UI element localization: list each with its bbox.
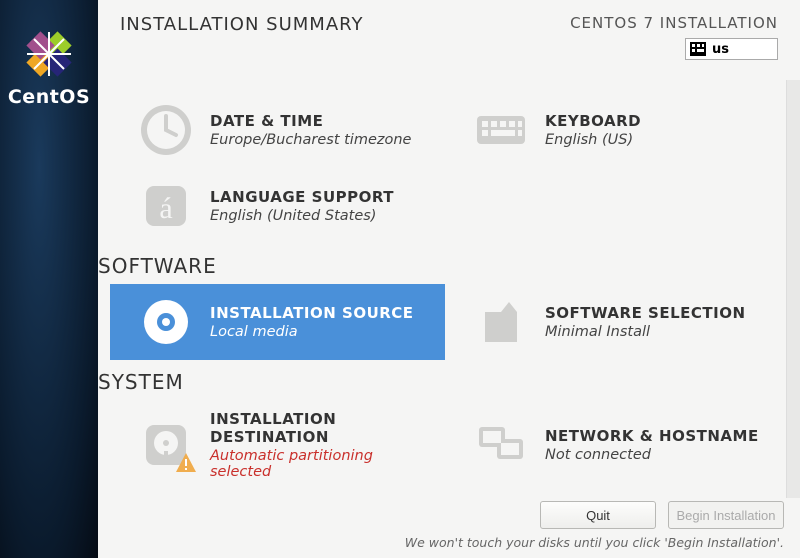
package-icon [473, 294, 529, 350]
spoke-title: KEYBOARD [545, 112, 641, 130]
spoke-title: INSTALLATION SOURCE [210, 304, 414, 322]
centos-logo-icon [25, 30, 73, 78]
clock-icon [138, 102, 194, 158]
keyboard-large-icon [473, 102, 529, 158]
spoke-software-selection[interactable]: SOFTWARE SELECTION Minimal Install [445, 284, 780, 360]
sidebar: CentOS [0, 0, 98, 558]
spoke-title: NETWORK & HOSTNAME [545, 427, 759, 445]
footer-note: We won't touch your disks until you clic… [405, 535, 784, 550]
spoke-status: English (US) [545, 132, 641, 148]
scrollbar[interactable] [786, 80, 800, 498]
spoke-status: Europe/Bucharest timezone [210, 132, 411, 148]
section-label-software: SOFTWARE [98, 244, 780, 284]
svg-text:á: á [159, 192, 172, 225]
content-area: DATE & TIME Europe/Bucharest timezone KE… [98, 60, 800, 558]
section-label-system: SYSTEM [98, 360, 780, 400]
spoke-status: Local media [210, 324, 414, 340]
main-panel: INSTALLATION SUMMARY CENTOS 7 INSTALLATI… [98, 0, 800, 558]
keyboard-icon [690, 42, 706, 56]
spoke-language-support[interactable]: á LANGUAGE SUPPORT English (United State… [110, 168, 445, 244]
spoke-status: Not connected [545, 447, 759, 463]
spoke-title: LANGUAGE SUPPORT [210, 188, 394, 206]
spoke-installation-destination[interactable]: INSTALLATION DESTINATION Automatic parti… [110, 400, 445, 490]
network-icon [473, 417, 529, 473]
header: INSTALLATION SUMMARY CENTOS 7 INSTALLATI… [98, 0, 800, 60]
keyboard-layout-text: us [712, 42, 729, 57]
spoke-title: INSTALLATION DESTINATION [210, 410, 431, 446]
spoke-status: English (United States) [210, 208, 394, 224]
footer: Quit Begin Installation We won't touch y… [405, 501, 784, 550]
keyboard-layout-indicator[interactable]: us [685, 38, 778, 60]
quit-button[interactable]: Quit [540, 501, 656, 529]
language-icon: á [138, 178, 194, 234]
installer-subtitle: CENTOS 7 INSTALLATION [570, 14, 778, 32]
spoke-title: DATE & TIME [210, 112, 411, 130]
spoke-date-time[interactable]: DATE & TIME Europe/Bucharest timezone [110, 92, 445, 168]
harddrive-icon [138, 417, 194, 473]
spoke-status: Minimal Install [545, 324, 746, 340]
spoke-status: Automatic partitioning selected [210, 448, 431, 480]
page-title: INSTALLATION SUMMARY [120, 14, 363, 60]
spoke-title: SOFTWARE SELECTION [545, 304, 746, 322]
spoke-network-hostname[interactable]: NETWORK & HOSTNAME Not connected [445, 400, 780, 490]
brand-name: CentOS [8, 86, 90, 108]
spoke-installation-source[interactable]: INSTALLATION SOURCE Local media [110, 284, 445, 360]
disc-icon [138, 294, 194, 350]
begin-installation-button[interactable]: Begin Installation [668, 501, 784, 529]
warning-badge-icon [174, 451, 198, 475]
spoke-keyboard[interactable]: KEYBOARD English (US) [445, 92, 780, 168]
